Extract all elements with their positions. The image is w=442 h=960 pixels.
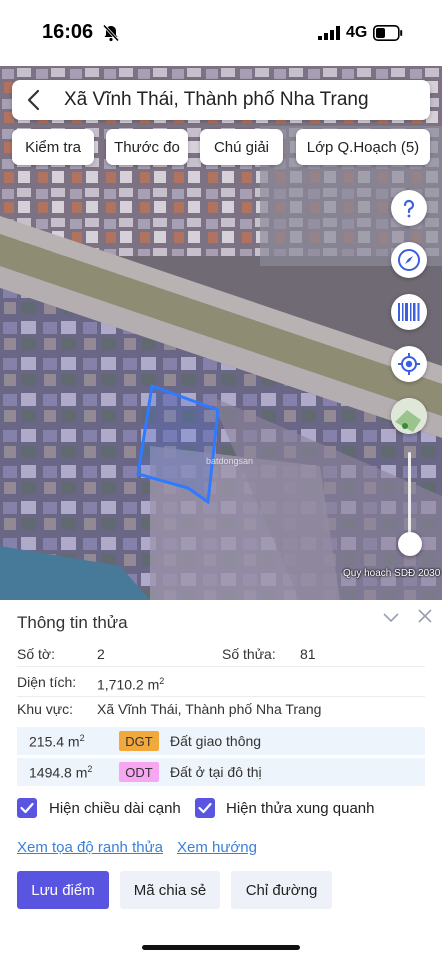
barcode-button[interactable] <box>391 294 427 330</box>
chevron-down-icon[interactable] <box>383 612 399 624</box>
save-point-button[interactable]: Lưu điểm <box>17 871 109 909</box>
planning-layer-chip[interactable]: Lớp Q.Hoạch (5) <box>296 129 430 165</box>
clock: 16:06 <box>42 21 94 43</box>
checkmark-icon <box>198 802 212 814</box>
status-bar: 16:06 4G <box>0 0 442 66</box>
battery-icon <box>373 25 403 41</box>
location-search-bar[interactable]: Xã Vĩnh Thái, Thành phố Nha Trang <box>12 80 430 120</box>
view-direction-link[interactable]: Xem hướng <box>177 839 257 856</box>
help-icon <box>403 199 415 218</box>
compass-button[interactable] <box>391 242 427 278</box>
sheet-number-value: 2 <box>97 646 105 662</box>
land-use-area: 215.4 m2 <box>29 733 85 750</box>
parcel-info-panel: Thông tin thửa Số tờ: 2 Số thửa: 81 Diện… <box>0 600 442 960</box>
cellular-signal-icon <box>318 26 340 40</box>
map-caption: Quy hoạch SDĐ 2030 <box>343 568 441 579</box>
opacity-slider-knob[interactable] <box>398 532 422 556</box>
land-use-row: 215.4 m2 DGT Đất giao thông <box>17 727 425 755</box>
land-use-area: 1494.8 m2 <box>29 764 93 781</box>
locate-button[interactable] <box>391 346 427 382</box>
opacity-slider-track[interactable] <box>408 452 411 544</box>
show-edge-lengths-checkbox[interactable] <box>17 798 37 818</box>
legend-chip[interactable]: Chú giải <box>200 129 283 165</box>
land-use-code-badge: DGT <box>119 731 159 751</box>
divider <box>17 696 425 697</box>
panel-title: Thông tin thửa <box>17 613 128 632</box>
help-button[interactable] <box>391 190 427 226</box>
show-edge-lengths-label[interactable]: Hiện chiều dài cạnh <box>49 800 181 817</box>
location-title: Xã Vĩnh Thái, Thành phố Nha Trang <box>64 89 369 110</box>
checkmark-icon <box>20 802 34 814</box>
parcel-number-label: Số thửa: <box>222 646 276 662</box>
close-icon[interactable] <box>418 609 432 623</box>
divider <box>17 666 425 667</box>
area-label: Diện tích: <box>17 674 77 690</box>
sheet-number-label: Số tờ: <box>17 646 55 662</box>
layer-thumbnail-icon <box>391 398 427 434</box>
map-watermark: batdongsan <box>206 456 254 466</box>
land-use-code-badge: ODT <box>119 762 159 782</box>
locate-icon <box>398 353 420 375</box>
bell-off-icon <box>102 24 120 42</box>
region-label: Khu vực: <box>17 701 74 717</box>
check-chip[interactable]: Kiểm tra <box>12 129 94 165</box>
back-chevron-icon[interactable] <box>24 89 46 111</box>
home-indicator[interactable] <box>142 945 300 950</box>
layer-thumbnail-button[interactable] <box>391 398 427 434</box>
network-type: 4G <box>346 24 368 41</box>
land-use-description: Đất giao thông <box>170 733 262 749</box>
compass-icon <box>398 249 420 271</box>
land-use-description: Đất ở tại đô thị <box>170 764 262 780</box>
land-use-row: 1494.8 m2 ODT Đất ở tại đô thị <box>17 758 425 786</box>
parcel-number-value: 81 <box>300 646 316 662</box>
area-value: 1,710.2 m2 <box>97 676 165 693</box>
show-neighbor-parcels-checkbox[interactable] <box>195 798 215 818</box>
barcode-icon <box>398 303 420 321</box>
share-code-button[interactable]: Mã chia sẻ <box>120 871 220 909</box>
view-boundary-coordinates-link[interactable]: Xem tọa độ ranh thửa <box>17 839 163 856</box>
show-neighbor-parcels-label[interactable]: Hiện thửa xung quanh <box>226 800 374 817</box>
directions-button[interactable]: Chỉ đường <box>231 871 332 909</box>
region-value: Xã Vĩnh Thái, Thành phố Nha Trang <box>97 701 322 717</box>
measure-chip[interactable]: Thước đo <box>106 129 188 165</box>
